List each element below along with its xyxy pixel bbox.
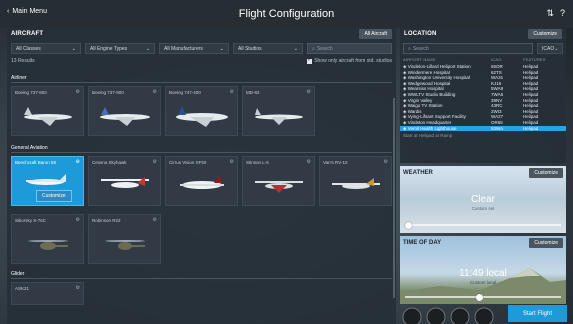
back-label: Main Menu xyxy=(12,8,47,15)
gear-icon[interactable]: ⚙ xyxy=(307,159,311,165)
aircraft-search-input[interactable]: ⌕ Search xyxy=(307,43,392,54)
aircraft-card[interactable]: Stinson L-5 ⚙ xyxy=(242,156,315,206)
aircraft-card[interactable]: Cirrus Vision SF50 ⚙ xyxy=(165,156,238,206)
customize-aircraft-button[interactable]: Customize xyxy=(36,190,72,202)
gear-icon[interactable]: ⚙ xyxy=(153,89,157,95)
back-button[interactable]: ‹ Main Menu xyxy=(7,8,47,15)
gear-icon[interactable]: ⚙ xyxy=(153,159,157,165)
studio-filter[interactable]: All Studios ⌄ xyxy=(233,43,303,54)
jet-icon xyxy=(180,175,224,189)
gear-icon[interactable]: ⚙ xyxy=(76,159,80,165)
aircraft-card-selected[interactable]: Beechcraft Baron 58 ⚙ Customize xyxy=(11,156,84,206)
aircraft-card[interactable]: Boeing 737-800 ⚙ xyxy=(11,86,84,136)
category-airliner: Airliner xyxy=(11,75,27,81)
aircraft-panel: AIRCRAFT All Aircraft All Classes ⌄ All … xyxy=(7,28,396,324)
location-cell-icao: 53WA xyxy=(491,125,504,131)
gear-icon[interactable]: ⚙ xyxy=(76,285,80,291)
jet-icon xyxy=(100,107,150,126)
aircraft-header: AIRCRAFT xyxy=(11,31,44,37)
weather-slider[interactable] xyxy=(404,221,561,229)
all-aircraft-button[interactable]: All Aircraft xyxy=(359,29,392,39)
location-footer: Start at Helipad at Ramp xyxy=(403,133,453,139)
time-slider-knob[interactable] xyxy=(476,293,484,301)
aircraft-card[interactable]: Boeing 737-900 ⚙ xyxy=(88,86,161,136)
manufacturer-filter[interactable]: All Manufacturers ⌄ xyxy=(159,43,229,54)
helicopter-icon xyxy=(28,240,68,250)
time-value: 11:49 local xyxy=(459,268,507,279)
location-cell-feat: Helipad xyxy=(523,125,539,131)
aircraft-card[interactable]: MD-82 ⚙ xyxy=(242,86,315,136)
location-panel: LOCATION Customize ⌕ Search ICAO ⌄ AIRPO… xyxy=(400,28,566,163)
helicopter-icon xyxy=(105,240,145,250)
aircraft-card[interactable]: Boeing 747-400 ⚙ xyxy=(165,86,238,136)
search-icon: ⌕ xyxy=(312,45,315,52)
search-icon: ⌕ xyxy=(408,45,411,52)
weather-panel[interactable]: WEATHER Customize Clear Custom set xyxy=(400,166,566,233)
checkbox-icon xyxy=(307,57,313,64)
gear-icon[interactable]: ⚙ xyxy=(230,89,234,95)
help-icon[interactable]: ? xyxy=(560,8,565,19)
chevron-down-icon: ⌄ xyxy=(219,45,224,52)
weather-sub: Custom set xyxy=(471,206,495,211)
time-sub: Custom local xyxy=(469,280,496,285)
weather-customize-button[interactable]: Customize xyxy=(529,168,563,178)
chevron-down-icon: ⌄ xyxy=(293,45,298,52)
aircraft-card[interactable]: Robinson R22 ⚙ xyxy=(88,214,161,264)
location-table-header: AIRPORT NAME ICAO FEATURES xyxy=(403,57,546,62)
gear-icon[interactable]: ⚙ xyxy=(76,89,80,95)
start-flight-button[interactable]: Start Flight xyxy=(508,305,567,322)
category-glider: Glider xyxy=(11,271,25,277)
time-of-day-panel[interactable]: TIME OF DAY Customize 11:49 local Custom… xyxy=(400,236,566,304)
weather-header: WEATHER xyxy=(403,170,433,176)
settings-icon[interactable]: ⇅ xyxy=(546,8,554,19)
engine-filter[interactable]: All Engine Types ⌄ xyxy=(85,43,155,54)
code-select[interactable]: ICAO ⌄ xyxy=(537,43,563,54)
results-count: 13 Results xyxy=(11,58,35,64)
chevron-down-icon: ⌄ xyxy=(145,45,150,52)
chevron-down-icon: ⌄ xyxy=(71,45,76,52)
time-header: TIME OF DAY xyxy=(403,240,442,246)
weather-slider-knob[interactable] xyxy=(404,221,412,229)
chevron-down-icon: ⌄ xyxy=(554,45,559,52)
jet-icon xyxy=(255,108,303,125)
location-list: ◈ Vindelon-Lillard Heliport Station 56OR H… xyxy=(400,64,566,132)
location-cell-name: ◈ Vernil Health Lighthouse xyxy=(403,125,457,131)
top-bar: ‹ Main Menu Flight Configuration ⇅ ? xyxy=(0,0,573,28)
gear-icon[interactable]: ⚙ xyxy=(76,217,80,223)
page-title: Flight Configuration xyxy=(238,8,335,20)
location-search-input[interactable]: ⌕ Search xyxy=(403,43,533,54)
chevron-left-icon: ‹ xyxy=(7,8,10,15)
weather-value: Clear xyxy=(471,194,495,205)
jet-icon xyxy=(176,106,228,127)
aircraft-card[interactable]: Cessna Skyhawk ⚙ xyxy=(88,156,161,206)
gear-icon[interactable]: ⚙ xyxy=(307,89,311,95)
aircraft-card[interactable]: ASK21 ⚙ xyxy=(11,282,84,305)
time-customize-button[interactable]: Customize xyxy=(529,238,563,248)
studio-checkbox[interactable]: Show only aircraft from std. studios xyxy=(307,57,392,64)
gear-icon[interactable]: ⚙ xyxy=(230,159,234,165)
time-slider[interactable] xyxy=(405,293,561,301)
gear-icon[interactable]: ⚙ xyxy=(384,159,388,165)
aircraft-card[interactable]: Sikorsky S-76C ⚙ xyxy=(11,214,84,264)
aircraft-card[interactable]: Van's RV-10 ⚙ xyxy=(319,156,392,206)
gear-icon[interactable]: ⚙ xyxy=(153,217,157,223)
location-customize-button[interactable]: Customize xyxy=(528,29,562,39)
location-row[interactable]: ◈ Vernil Health Lighthouse 53WA Helipad xyxy=(400,125,566,132)
prop-plane-icon xyxy=(332,178,380,189)
jet-icon xyxy=(24,107,72,126)
prop-plane-icon xyxy=(101,177,149,188)
cockpit-gauges xyxy=(402,307,494,324)
location-header: LOCATION xyxy=(404,31,437,37)
prop-plane-icon xyxy=(255,181,303,193)
category-general-aviation: General Aviation xyxy=(11,145,48,151)
class-filter[interactable]: All Classes ⌄ xyxy=(11,43,81,54)
